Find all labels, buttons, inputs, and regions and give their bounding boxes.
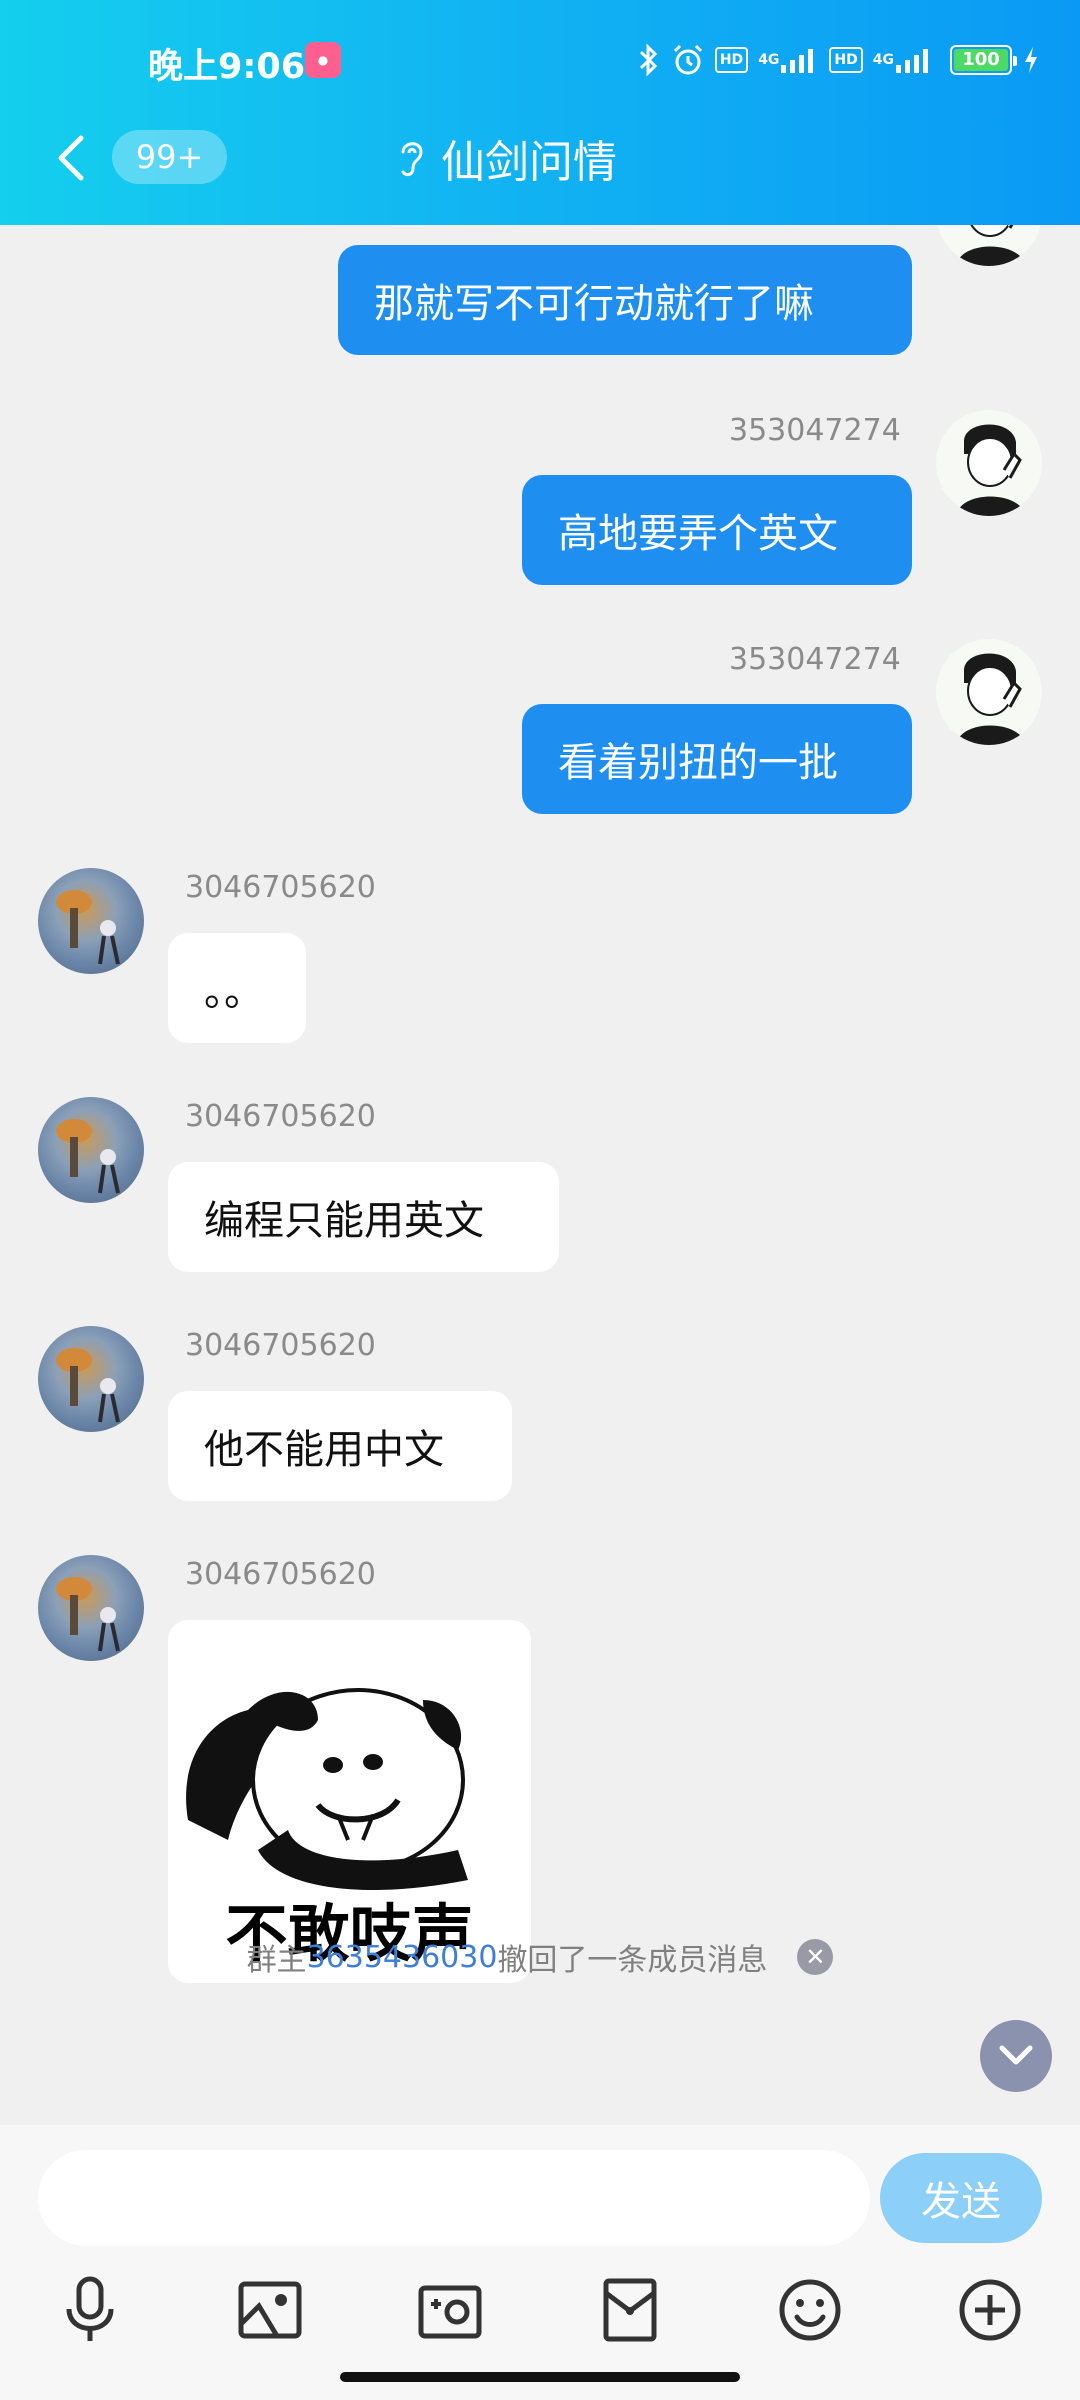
- avatar[interactable]: [936, 639, 1042, 745]
- signal-1-icon: 4G: [758, 45, 819, 75]
- message-bubble[interactable]: 那就写不可行动就行了嘛: [338, 245, 912, 355]
- panda-meme-icon: [186, 1688, 468, 1890]
- chat-title: 仙剑问情: [441, 137, 617, 188]
- status-bar: 晚上9:06 ● HD 4G HD 4G 100: [0, 30, 1080, 90]
- sender-name: 3046705620: [185, 870, 376, 905]
- scenery-avatar-icon: [56, 890, 120, 965]
- alarm-icon: [671, 43, 705, 77]
- message-bubble[interactable]: 他不能用中文: [168, 1391, 512, 1501]
- message-list[interactable]: 那就写不可行动就行了嘛 353047274 高地要弄个英文 353047274 …: [0, 225, 1080, 2125]
- image-icon: [238, 2281, 302, 2339]
- bluetooth-icon: [637, 43, 661, 77]
- composer-toolbar: [0, 2265, 1080, 2365]
- avatar[interactable]: [936, 225, 1042, 266]
- sender-name: 3046705620: [185, 1099, 376, 1134]
- send-button[interactable]: 发送: [880, 2153, 1042, 2243]
- hd-indicator-2: HD: [829, 47, 863, 73]
- sender-name: 3046705620: [185, 1328, 376, 1363]
- user-avatar-icon: [956, 225, 1026, 266]
- home-indicator[interactable]: [340, 2372, 740, 2382]
- message-input[interactable]: [38, 2150, 870, 2246]
- battery-text: 100: [962, 49, 1000, 70]
- battery-tip: [1013, 56, 1017, 66]
- hd-indicator: HD: [714, 47, 749, 73]
- status-time: 晚上9:06: [148, 47, 306, 87]
- message-bubble[interactable]: 看着别扭的一批: [522, 704, 912, 814]
- system-notice-prefix: 群主: [246, 1943, 307, 1978]
- charging-icon: [1022, 45, 1040, 75]
- file-icon: [603, 2278, 657, 2342]
- gallery-button[interactable]: [225, 2265, 315, 2355]
- message-bubble[interactable]: 高地要弄个英文: [522, 475, 912, 585]
- camera-button[interactable]: [405, 2265, 495, 2355]
- network-type-2: 4G: [872, 52, 894, 68]
- status-icons: HD 4G HD 4G 100: [637, 40, 1040, 80]
- emoji-icon: [779, 2279, 841, 2341]
- signal-2-icon: 4G: [873, 45, 934, 75]
- battery-icon: 100: [950, 45, 1017, 75]
- sticker-message[interactable]: 不敢吱声: [168, 1620, 531, 1983]
- scenery-avatar-icon: [56, 1577, 120, 1652]
- system-notice-user-link[interactable]: 3635436030: [307, 1940, 498, 1975]
- sender-name: 353047274: [729, 413, 901, 448]
- emoji-button[interactable]: [765, 2265, 855, 2355]
- avatar[interactable]: [38, 1097, 144, 1203]
- file-button[interactable]: [585, 2265, 675, 2355]
- scenery-avatar-icon: [56, 1348, 120, 1423]
- scenery-avatar-icon: [56, 1119, 120, 1194]
- sender-name: 353047274: [729, 642, 901, 677]
- unread-count-badge[interactable]: 99+: [112, 130, 227, 184]
- avatar[interactable]: [38, 868, 144, 974]
- close-icon[interactable]: ✕: [797, 1939, 834, 1975]
- ear-icon: [401, 142, 423, 177]
- composer: 发送: [0, 2125, 1080, 2400]
- voice-button[interactable]: [45, 2265, 135, 2355]
- app-notification-icon: ●: [305, 42, 341, 78]
- chat-title-group[interactable]: 仙剑问情: [395, 128, 617, 188]
- more-button[interactable]: [945, 2265, 1035, 2355]
- mic-icon: [66, 2276, 114, 2341]
- camera-icon: [418, 2285, 482, 2339]
- chevron-left-icon: [58, 135, 84, 181]
- chat-header: 晚上9:06 ● HD 4G HD 4G 100 99+ 仙剑问情: [0, 0, 1080, 225]
- sender-name: 3046705620: [185, 1557, 376, 1592]
- avatar[interactable]: [38, 1326, 144, 1432]
- message-bubble[interactable]: 。。: [168, 933, 306, 1043]
- system-notice: 群主 3635436030 撤回了一条成员消息 ✕: [0, 1935, 1080, 1979]
- plus-icon: [959, 2279, 1021, 2341]
- avatar[interactable]: [38, 1555, 144, 1661]
- message-bubble[interactable]: 编程只能用英文: [168, 1162, 559, 1272]
- user-avatar-icon: [956, 424, 1026, 516]
- scroll-to-bottom-button[interactable]: [980, 2020, 1052, 2092]
- chevron-down-icon: [999, 2045, 1033, 2065]
- network-type: 4G: [758, 52, 780, 68]
- user-avatar-icon: [956, 653, 1026, 745]
- avatar[interactable]: [936, 410, 1042, 516]
- system-notice-suffix: 撤回了一条成员消息: [497, 1943, 768, 1978]
- back-button[interactable]: [55, 128, 95, 188]
